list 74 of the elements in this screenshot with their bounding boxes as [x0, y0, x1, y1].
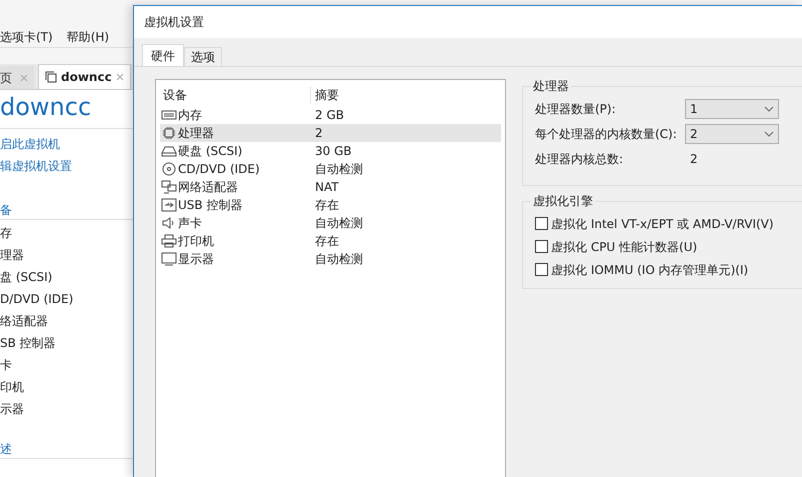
device-name: 显示器 [178, 251, 214, 268]
dropdown[interactable]: 2 [685, 124, 779, 144]
device-summary: 自动检测 [315, 251, 363, 268]
document-tab[interactable]: 页 [0, 66, 34, 89]
device-summary: 自动检测 [315, 161, 363, 178]
device-name: 硬盘 (SCSI) [178, 143, 242, 160]
chevron-down-icon [764, 106, 774, 112]
device-item[interactable]: 存 [0, 222, 133, 244]
menu-item[interactable]: 选项卡(T) [0, 28, 53, 46]
group-title: 虚拟化引擎 [531, 193, 595, 209]
field-label: 处理器数量(P): [535, 101, 617, 118]
device-name: CD/DVD (IDE) [178, 161, 260, 178]
checkbox-option[interactable]: 虚拟化 IOMMU (IO 内存管理单元)(I) [535, 260, 802, 279]
device-row[interactable]: 打印机 存在 [160, 232, 501, 250]
checkbox[interactable] [535, 217, 548, 230]
device-item[interactable]: SB 控制器 [0, 332, 133, 354]
memory-icon [161, 108, 177, 122]
field-value: 2 [690, 151, 698, 168]
monitor-icon [161, 252, 177, 266]
device-item[interactable]: D/DVD (IDE) [0, 288, 133, 310]
tab[interactable]: 硬件 [142, 44, 184, 66]
document-tab[interactable]: downcc [38, 64, 131, 89]
device-row[interactable]: 显示器 自动检测 [160, 250, 501, 268]
device-item[interactable]: 示器 [0, 398, 133, 420]
checkbox[interactable] [535, 240, 548, 253]
device-item[interactable]: 卡 [0, 354, 133, 376]
device-name: 声卡 [178, 215, 202, 232]
device-name: 网络适配器 [178, 179, 238, 196]
group-title: 处理器 [531, 78, 571, 94]
column-header[interactable]: 摘要 [311, 86, 339, 104]
device-summary: NAT [315, 179, 339, 196]
device-row[interactable]: 处理器 2 [160, 124, 501, 142]
menu-item[interactable]: 帮助(H) [66, 28, 110, 46]
device-item[interactable]: 理器 [0, 244, 133, 266]
field-label: 每个处理器的内核数量(C): [535, 126, 678, 143]
device-row[interactable]: 声卡 自动检测 [160, 214, 501, 232]
device-row[interactable]: 内存 2 GB [160, 106, 501, 124]
device-row[interactable]: CD/DVD (IDE) 自动检测 [160, 160, 501, 178]
column-header[interactable]: 设备 [160, 86, 311, 104]
device-summary: 30 GB [315, 143, 352, 160]
device-name: USB 控制器 [178, 197, 242, 214]
device-item[interactable]: 络适配器 [0, 310, 133, 332]
tab[interactable]: 选项 [184, 47, 222, 66]
checkbox-option[interactable]: 虚拟化 CPU 性能计数器(U) [535, 237, 802, 256]
device-item[interactable]: 印机 [0, 376, 133, 398]
device-row[interactable]: 网络适配器 NAT [160, 178, 501, 196]
device-summary: 存在 [315, 233, 339, 250]
dropdown[interactable]: 1 [685, 99, 779, 119]
device-item[interactable]: 盘 (SCSI) [0, 266, 133, 288]
disc-icon [161, 162, 177, 176]
device-name: 打印机 [178, 233, 214, 250]
section-heading: 述 [0, 442, 12, 456]
action-link[interactable]: 辑虚拟机设置 [0, 157, 133, 175]
printer-icon [161, 234, 177, 248]
action-link[interactable]: 启此虚拟机 [0, 135, 133, 153]
device-row[interactable]: USB 控制器 存在 [160, 196, 501, 214]
usb-icon [161, 198, 177, 212]
drive-icon [161, 144, 177, 158]
device-name: 内存 [178, 107, 202, 124]
section-heading: 备 [0, 203, 12, 217]
field-label: 处理器内核总数: [535, 151, 624, 168]
device-summary: 自动检测 [315, 215, 363, 232]
device-summary: 2 GB [315, 107, 344, 124]
device-row[interactable]: 硬盘 (SCSI) 30 GB [160, 142, 501, 160]
network-icon [161, 180, 177, 194]
checkbox-option[interactable]: 虚拟化 Intel VT-x/EPT 或 AMD-V/RVI(V) [535, 214, 802, 233]
device-summary: 2 [315, 125, 323, 142]
device-name: 处理器 [178, 125, 214, 142]
window-title: 虚拟机设置 [144, 14, 204, 31]
checkbox[interactable] [535, 263, 548, 276]
vm-icon [45, 71, 57, 83]
device-summary: 存在 [315, 197, 339, 214]
chevron-down-icon [764, 131, 774, 137]
chip-icon [161, 126, 177, 140]
